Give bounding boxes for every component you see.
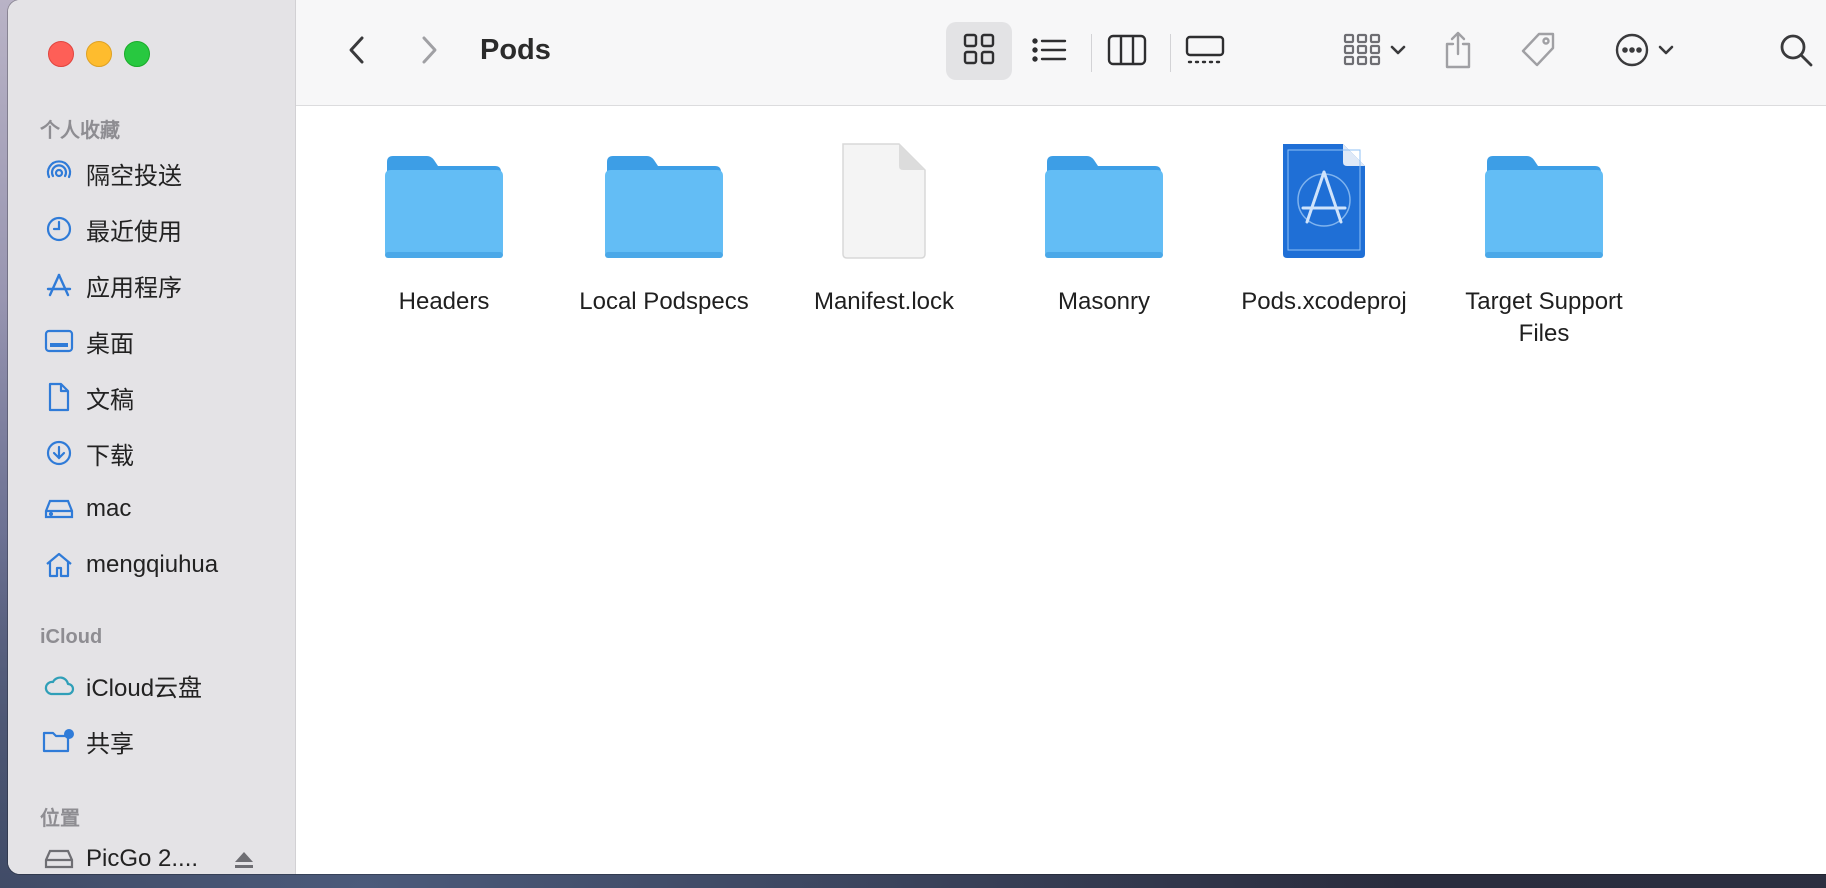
grid-icon (962, 32, 996, 71)
sidebar-item-label: iCloud云盘 (86, 674, 203, 702)
minimize-button[interactable] (86, 41, 112, 67)
file-grid: Headers Local Podspecs Manifest.lock Mas… (296, 106, 1826, 874)
toolbar-divider (1170, 34, 1171, 72)
sidebar-item-home[interactable]: mengqiuhua (8, 542, 295, 588)
search-icon (1778, 32, 1814, 73)
file-name: Local Podspecs (579, 288, 749, 315)
sidebar-item-picgo[interactable]: PicGo 2.... (8, 836, 295, 874)
applications-icon (42, 268, 76, 302)
sidebar: 个人收藏 隔空投送 最近使用 应用程序 桌面 文稿 下载 mac mengqiu… (8, 0, 296, 874)
desktop-icon (42, 324, 76, 358)
gallery-icon (1185, 34, 1225, 71)
list-icon (1031, 36, 1067, 69)
cloud-icon (42, 668, 76, 702)
file-name: Masonry (1057, 288, 1151, 315)
icon-view-button[interactable] (946, 22, 1012, 80)
drive-icon (42, 492, 76, 526)
file-item-target-support-files[interactable]: Target Support Files (1444, 140, 1644, 350)
close-button[interactable] (48, 41, 74, 67)
window-title: Pods (480, 34, 551, 66)
sidebar-item-label: 共享 (86, 730, 134, 758)
icloud-section-title: iCloud (40, 626, 103, 648)
sidebar-item-label: 应用程序 (86, 274, 182, 302)
toolbar-divider (1091, 34, 1092, 72)
file-name: Headers (398, 288, 490, 315)
group-grid-icon (1342, 33, 1382, 72)
file-name: Pods.xcodeproj (1241, 288, 1407, 315)
locations-section-title: 位置 (40, 808, 80, 830)
sidebar-item-downloads[interactable]: 下载 (8, 430, 295, 476)
clock-icon (42, 212, 76, 246)
sidebar-item-desktop[interactable]: 桌面 (8, 318, 295, 364)
sidebar-item-label: 下载 (86, 442, 134, 470)
gallery-view-button[interactable] (1180, 30, 1230, 74)
sidebar-item-applications[interactable]: 应用程序 (8, 262, 295, 308)
chevron-left-icon (348, 35, 366, 70)
document-icon (42, 380, 76, 414)
download-icon (42, 436, 76, 470)
group-by-button[interactable] (1334, 30, 1414, 74)
sidebar-item-label: mac (86, 495, 132, 522)
file-item-masonry[interactable]: Masonry (1004, 140, 1204, 318)
file-name: Manifest.lock (813, 288, 955, 315)
folder-icon (379, 140, 509, 260)
forward-button[interactable] (412, 32, 446, 72)
share-icon (1443, 30, 1473, 75)
toolbar: Pods (296, 0, 1826, 106)
finder-window: 个人收藏 隔空投送 最近使用 应用程序 桌面 文稿 下载 mac mengqiu… (8, 0, 1826, 874)
share-button[interactable] (1438, 28, 1478, 76)
favorites-section-title: 个人收藏 (40, 120, 120, 142)
shared-folder-icon (42, 724, 76, 758)
file-item-manifest-lock[interactable]: Manifest.lock (784, 140, 984, 318)
list-view-button[interactable] (1024, 30, 1074, 74)
eject-icon[interactable] (233, 850, 255, 874)
disk-icon (42, 842, 76, 874)
chevron-right-icon (420, 35, 438, 70)
document-file-icon (819, 140, 949, 260)
sidebar-item-shared[interactable]: 共享 (8, 718, 295, 764)
airdrop-icon (42, 156, 76, 190)
search-button[interactable] (1774, 30, 1818, 74)
sidebar-item-documents[interactable]: 文稿 (8, 374, 295, 420)
sidebar-item-label: PicGo 2.... (86, 845, 199, 872)
sidebar-item-mac[interactable]: mac (8, 486, 295, 532)
file-item-pods-xcodeproj[interactable]: Pods.xcodeproj (1224, 140, 1424, 318)
sidebar-item-label: 桌面 (86, 330, 134, 358)
file-item-local-podspecs[interactable]: Local Podspecs (564, 140, 764, 318)
column-view-button[interactable] (1102, 30, 1152, 74)
sidebar-item-icloud-drive[interactable]: iCloud云盘 (8, 662, 295, 708)
file-item-headers[interactable]: Headers (344, 140, 544, 318)
window-controls (48, 41, 150, 67)
home-icon (42, 548, 76, 582)
xcode-project-icon (1259, 140, 1389, 260)
tag-button[interactable] (1516, 30, 1560, 74)
back-button[interactable] (340, 32, 374, 72)
sidebar-item-airdrop[interactable]: 隔空投送 (8, 150, 295, 196)
chevron-down-icon (1390, 43, 1406, 61)
folder-icon (599, 140, 729, 260)
sidebar-item-recents[interactable]: 最近使用 (8, 206, 295, 252)
file-name: Target Support Files (1465, 288, 1623, 347)
sidebar-item-label: 隔空投送 (86, 162, 182, 190)
tag-icon (1519, 31, 1557, 74)
zoom-button[interactable] (124, 41, 150, 67)
sidebar-item-label: 文稿 (86, 386, 134, 414)
more-actions-button[interactable] (1606, 30, 1682, 74)
chevron-down-icon (1658, 43, 1674, 61)
sidebar-item-label: mengqiuhua (86, 551, 219, 578)
folder-icon (1479, 140, 1609, 260)
sidebar-item-label: 最近使用 (86, 218, 182, 246)
folder-icon (1039, 140, 1169, 260)
columns-icon (1107, 34, 1147, 71)
ellipsis-circle-icon (1614, 32, 1650, 73)
